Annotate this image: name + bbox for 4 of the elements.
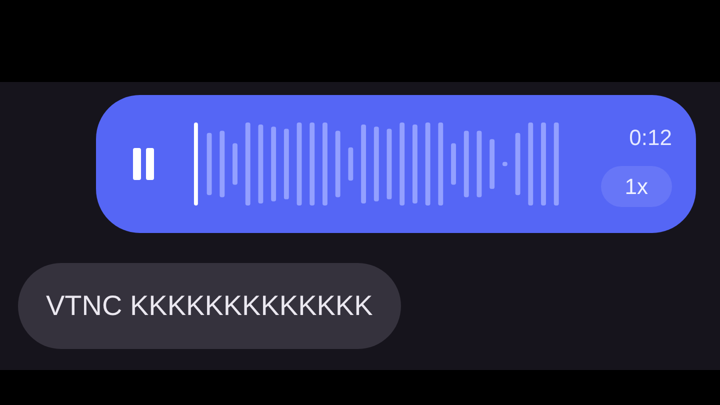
message-text: VTNC KKKKKKKKKKKKK bbox=[46, 289, 373, 323]
pause-button[interactable] bbox=[132, 147, 156, 181]
duration-label: 0:12 bbox=[629, 124, 672, 152]
playback-speed-button[interactable]: 1x bbox=[600, 166, 672, 207]
